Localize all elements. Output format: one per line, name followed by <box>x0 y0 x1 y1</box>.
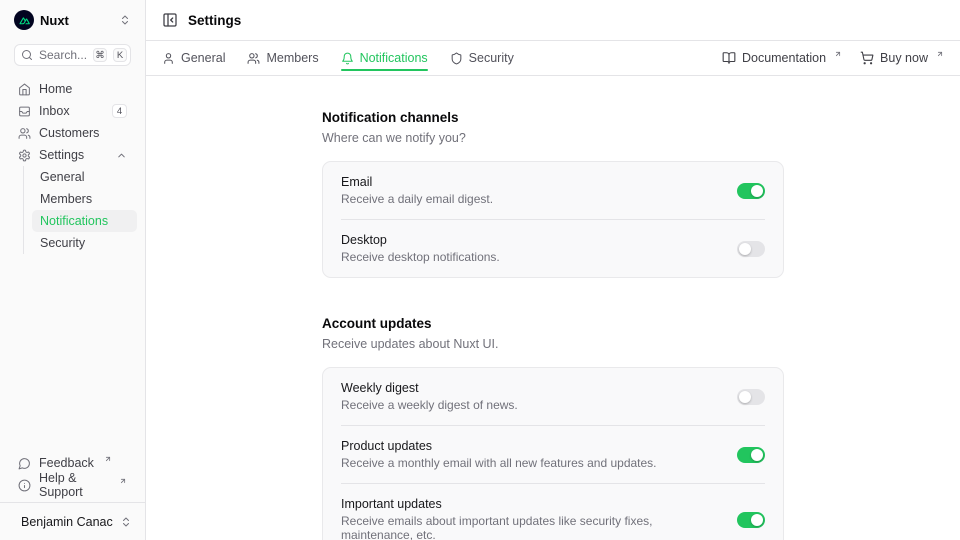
kbd-k: K <box>113 48 127 62</box>
setting-row-weekly-digest: Weekly digest Receive a weekly digest of… <box>341 368 765 425</box>
search-placeholder: Search... <box>39 48 87 62</box>
kbd-cmd: ⌘ <box>93 48 107 62</box>
sidebar-item-members[interactable]: Members <box>32 188 137 210</box>
section-title: Account updates <box>322 316 784 331</box>
tab-notifications[interactable]: Notifications <box>341 41 428 75</box>
sidebar-item-label: Members <box>40 192 92 206</box>
sidebar-item-help-support[interactable]: Help & Support <box>8 474 137 496</box>
link-label: Buy now <box>880 51 928 65</box>
setting-row-important-updates: Important updates Receive emails about i… <box>341 483 765 540</box>
external-link-icon <box>119 477 127 485</box>
link-label: Documentation <box>742 51 826 65</box>
book-open-icon <box>722 51 736 65</box>
setting-title: Desktop <box>341 233 500 247</box>
desktop-toggle[interactable] <box>737 241 765 257</box>
settings-content: Notification channels Where can we notif… <box>146 76 960 540</box>
settings-submenu: General Members Notifications Security <box>23 166 137 254</box>
inbox-count-badge: 4 <box>112 104 127 118</box>
collapse-sidebar-button[interactable] <box>162 12 178 28</box>
tab-label: Security <box>469 51 514 65</box>
setting-row-product-updates: Product updates Receive a monthly email … <box>341 425 765 483</box>
tab-label: General <box>181 51 225 65</box>
sidebar-item-label: Security <box>40 236 85 250</box>
sidebar: Nuxt Search... ⌘ K Home Inbox 4 Customer… <box>0 0 146 540</box>
setting-description: Receive a daily email digest. <box>341 192 493 206</box>
tab-label: Notifications <box>360 51 428 65</box>
user-menu[interactable]: Benjamin Canac <box>8 503 137 540</box>
setting-title: Important updates <box>341 497 721 511</box>
search-icon <box>21 49 33 61</box>
gear-icon <box>18 149 31 162</box>
nuxt-logo-icon <box>14 10 34 30</box>
sidebar-item-label: Help & Support <box>39 471 109 499</box>
chevron-up-down-icon <box>119 14 131 26</box>
external-link-icon <box>834 50 842 58</box>
tab-bar: General Members Notifications Security D… <box>146 41 960 76</box>
user-name: Benjamin Canac <box>21 515 113 529</box>
sidebar-item-general[interactable]: General <box>32 166 137 188</box>
setting-title: Email <box>341 175 493 189</box>
tab-label: Members <box>266 51 318 65</box>
documentation-link[interactable]: Documentation <box>722 51 842 65</box>
cart-icon <box>860 51 874 65</box>
sidebar-item-customers[interactable]: Customers <box>8 122 137 144</box>
account-updates-card: Weekly digest Receive a weekly digest of… <box>322 367 784 540</box>
panel-left-close-icon <box>162 12 178 28</box>
sidebar-item-label: Customers <box>39 126 127 140</box>
sidebar-spacer <box>8 254 137 452</box>
tabbar-links: Documentation Buy now <box>722 51 944 65</box>
weekly-digest-toggle[interactable] <box>737 389 765 405</box>
setting-description: Receive a weekly digest of news. <box>341 398 518 412</box>
people-icon <box>247 52 260 65</box>
buy-now-link[interactable]: Buy now <box>860 51 944 65</box>
section-description: Receive updates about Nuxt UI. <box>322 337 784 351</box>
sidebar-item-label: Notifications <box>40 214 108 228</box>
external-link-icon <box>104 455 112 463</box>
setting-description: Receive emails about important updates l… <box>341 514 721 540</box>
speech-bubble-icon <box>18 457 31 470</box>
setting-row-email: Email Receive a daily email digest. <box>341 162 765 219</box>
email-toggle[interactable] <box>737 183 765 199</box>
tab-general[interactable]: General <box>162 41 225 75</box>
page-header: Settings <box>146 0 960 41</box>
sidebar-item-label: Inbox <box>39 104 104 118</box>
important-updates-toggle[interactable] <box>737 512 765 528</box>
person-icon <box>162 52 175 65</box>
main-area: Settings General Members Notifications S… <box>146 0 960 540</box>
sidebar-item-label: General <box>40 170 84 184</box>
tab-security[interactable]: Security <box>450 41 514 75</box>
bell-icon <box>341 52 354 65</box>
sidebar-item-home[interactable]: Home <box>8 78 137 100</box>
sidebar-item-label: Home <box>39 82 127 96</box>
sidebar-item-inbox[interactable]: Inbox 4 <box>8 100 137 122</box>
sidebar-item-settings[interactable]: Settings <box>8 144 137 166</box>
page-title: Settings <box>188 13 241 28</box>
setting-description: Receive desktop notifications. <box>341 250 500 264</box>
section-title: Notification channels <box>322 110 784 125</box>
users-icon <box>18 127 31 140</box>
product-updates-toggle[interactable] <box>737 447 765 463</box>
section-description: Where can we notify you? <box>322 131 784 145</box>
shield-icon <box>450 52 463 65</box>
workspace-name: Nuxt <box>40 13 113 28</box>
sidebar-item-notifications[interactable]: Notifications <box>32 210 137 232</box>
sidebar-item-label: Settings <box>39 148 108 162</box>
home-icon <box>18 83 31 96</box>
search-input[interactable]: Search... ⌘ K <box>14 44 131 66</box>
chevron-up-down-icon <box>120 516 132 528</box>
info-circle-icon <box>18 479 31 492</box>
notification-channels-card: Email Receive a daily email digest. Desk… <box>322 161 784 278</box>
inbox-icon <box>18 105 31 118</box>
external-link-icon <box>936 50 944 58</box>
setting-title: Weekly digest <box>341 381 518 395</box>
setting-description: Receive a monthly email with all new fea… <box>341 456 657 470</box>
sidebar-item-label: Feedback <box>39 456 94 470</box>
workspace-switcher[interactable]: Nuxt <box>8 0 137 40</box>
sidebar-item-security[interactable]: Security <box>32 232 137 254</box>
chevron-up-icon <box>116 150 127 161</box>
setting-title: Product updates <box>341 439 657 453</box>
setting-row-desktop: Desktop Receive desktop notifications. <box>341 219 765 277</box>
tab-members[interactable]: Members <box>247 41 318 75</box>
